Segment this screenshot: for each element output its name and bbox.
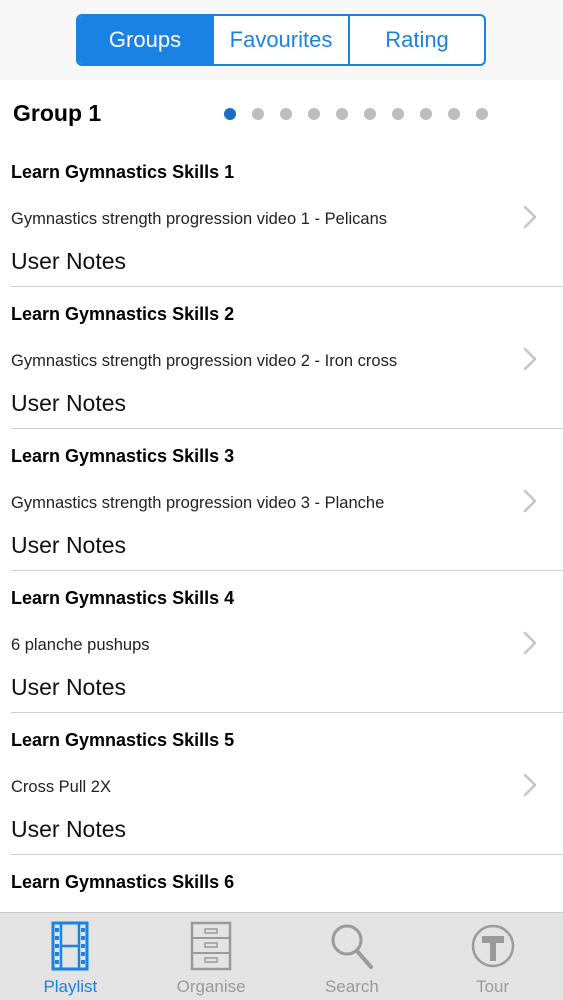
list-item[interactable]: Learn Gymnastics Skills 3 Gymnastics str…: [0, 430, 563, 572]
item-subtitle: Gymnastics strength progression video 1 …: [11, 210, 388, 228]
divider: [11, 854, 563, 855]
page-indicator[interactable]: [224, 108, 504, 120]
segment-rating[interactable]: Rating: [348, 16, 484, 64]
list-item[interactable]: Learn Gymnastics Skills 5 Cross Pull 2X …: [0, 714, 563, 856]
tab-label: Tour: [476, 977, 510, 996]
tour-sign-icon: [471, 924, 514, 968]
tab-search[interactable]: Search: [282, 913, 423, 1000]
item-user-notes[interactable]: User Notes: [11, 248, 126, 275]
group-title: Group 1: [13, 100, 102, 126]
tab-organise[interactable]: Organise: [141, 913, 282, 1000]
tab-label: Organise: [176, 977, 246, 996]
page-dot[interactable]: [252, 108, 264, 120]
tab-bar: Playlist Organise Search Tour: [0, 912, 563, 1000]
item-subtitle: Gymnastics strength progression video 3 …: [11, 494, 385, 512]
divider: [11, 712, 563, 713]
page-dot[interactable]: [420, 108, 432, 120]
magnifier-icon: [331, 924, 373, 969]
chevron-right-icon: [523, 489, 537, 513]
tab-label: Playlist: [43, 977, 98, 996]
item-title: Learn Gymnastics Skills 2: [11, 304, 235, 324]
divider: [11, 428, 563, 429]
video-list: Learn Gymnastics Skills 1 Gymnastics str…: [0, 146, 563, 998]
item-title: Learn Gymnastics Skills 4: [11, 588, 235, 608]
page-dot[interactable]: [336, 108, 348, 120]
chevron-right-icon: [523, 347, 537, 371]
item-title: Learn Gymnastics Skills 5: [11, 730, 235, 750]
page-dot[interactable]: [392, 108, 404, 120]
item-subtitle: Cross Pull 2X: [11, 778, 111, 796]
page-dot[interactable]: [476, 108, 488, 120]
list-item[interactable]: Learn Gymnastics Skills 2 Gymnastics str…: [0, 288, 563, 430]
item-subtitle: 6 planche pushups: [11, 636, 150, 654]
divider: [11, 570, 563, 571]
segment-groups[interactable]: Groups: [78, 16, 212, 64]
item-title: Learn Gymnastics Skills 3: [11, 446, 235, 466]
page-dot[interactable]: [280, 108, 292, 120]
page-dot[interactable]: [308, 108, 320, 120]
chevron-right-icon: [523, 773, 537, 797]
page-dot[interactable]: [364, 108, 376, 120]
item-title: Learn Gymnastics Skills 6: [11, 872, 235, 892]
item-title: Learn Gymnastics Skills 1: [11, 162, 235, 182]
item-user-notes[interactable]: User Notes: [11, 816, 126, 843]
page-dot[interactable]: [224, 108, 236, 120]
list-item[interactable]: Learn Gymnastics Skills 1 Gymnastics str…: [0, 146, 563, 288]
chevron-right-icon: [523, 205, 537, 229]
segment-favourites[interactable]: Favourites: [212, 16, 348, 64]
chevron-right-icon: [523, 631, 537, 655]
tab-label: Search: [324, 977, 379, 996]
item-user-notes[interactable]: User Notes: [11, 532, 126, 559]
item-subtitle: Gymnastics strength progression video 2 …: [11, 352, 398, 370]
list-item[interactable]: Learn Gymnastics Skills 4 6 planche push…: [0, 572, 563, 714]
film-strip-icon: [51, 921, 89, 971]
tab-playlist[interactable]: Playlist: [0, 913, 141, 1000]
item-user-notes[interactable]: User Notes: [11, 674, 126, 701]
divider: [11, 286, 563, 287]
tab-tour[interactable]: Tour: [422, 913, 563, 1000]
page-dot[interactable]: [448, 108, 460, 120]
segmented-control: Groups Favourites Rating: [76, 14, 486, 66]
filing-cabinet-icon: [190, 921, 232, 971]
top-bar: Groups Favourites Rating: [0, 0, 563, 80]
item-user-notes[interactable]: User Notes: [11, 390, 126, 417]
